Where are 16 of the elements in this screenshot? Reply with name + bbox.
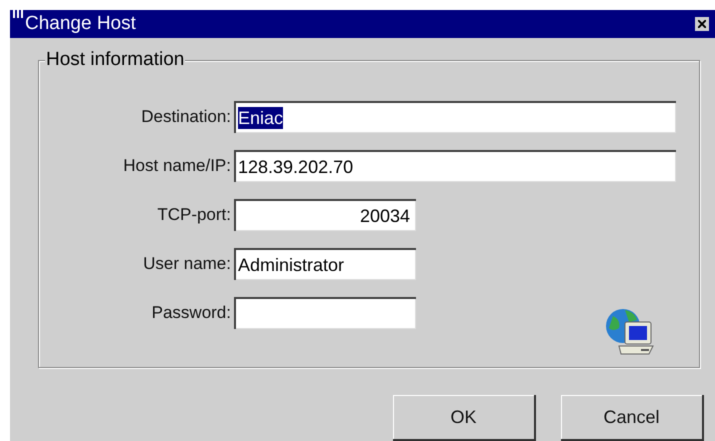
input-field[interactable]	[234, 297, 416, 329]
input-field[interactable]: 20034	[234, 199, 416, 231]
field-label: TCP-port:	[156, 204, 232, 226]
field-label: Host name/IP:	[122, 155, 232, 178]
input-field[interactable]: 128.39.202.70	[234, 150, 676, 182]
field-label: Destination:	[140, 106, 232, 128]
dialog-button[interactable]: OK	[393, 395, 536, 441]
app-icon	[12, 10, 26, 20]
close-button[interactable]	[695, 17, 709, 31]
field-label: Password:	[150, 302, 232, 324]
dialog-button[interactable]: Cancel	[561, 395, 704, 441]
input-field[interactable]: Administrator	[234, 248, 416, 280]
input-field[interactable]: Eniac	[234, 101, 676, 133]
close-icon	[698, 20, 706, 28]
window-title: Change Host	[25, 12, 136, 36]
field-label: User name:	[142, 253, 232, 276]
